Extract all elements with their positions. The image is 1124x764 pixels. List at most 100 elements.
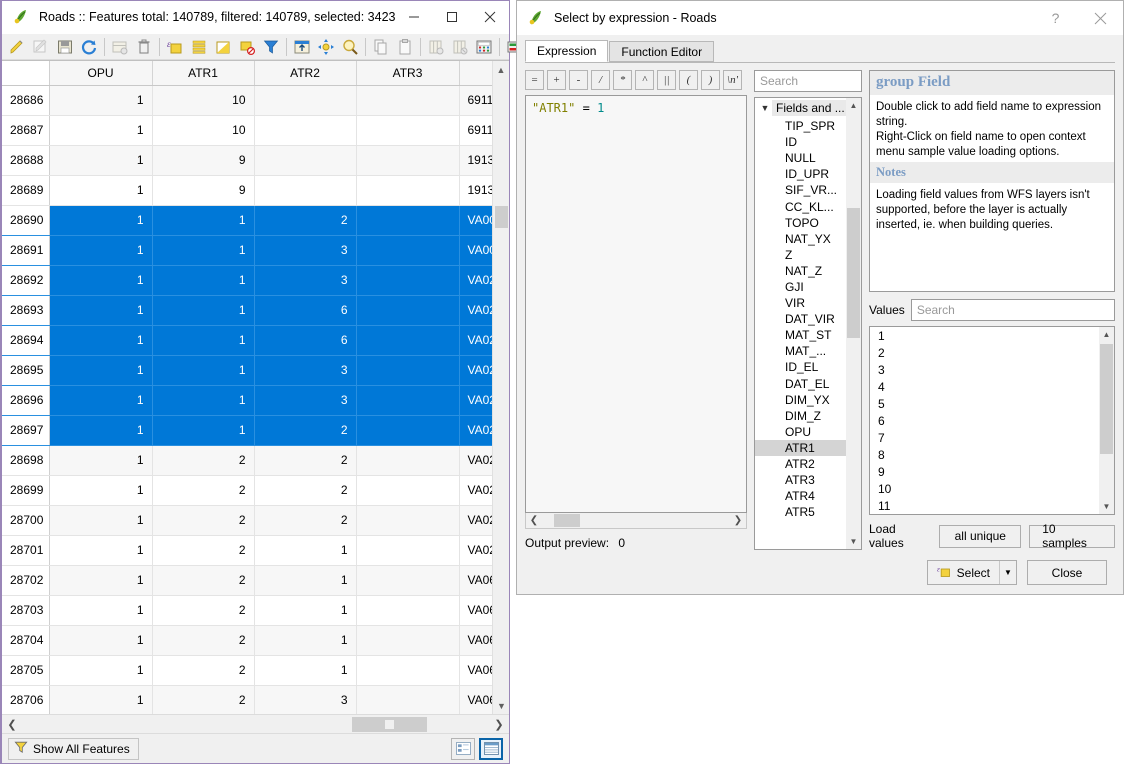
select-split-button[interactable]: ε Select ▼ [926,560,1017,585]
cell-atr1[interactable]: 2 [152,445,255,476]
cell-atr4[interactable]: VA0612 [459,655,497,686]
column-header-atr1[interactable]: ATR1 [152,61,255,86]
fields-scroll-up-icon[interactable]: ▲ [846,98,861,113]
cell-atr4[interactable]: 191311 [459,145,497,176]
cell-atr4[interactable]: VA0041 [459,205,497,236]
cell-atr3[interactable] [356,535,460,566]
row-id-cell[interactable]: 28695 [2,355,50,386]
cell-atr1[interactable]: 10 [152,115,255,146]
column-header-atr4[interactable] [459,61,497,86]
close-button[interactable] [471,1,509,33]
cell-atr4[interactable]: VA0229 [459,505,497,536]
cell-atr3[interactable] [356,565,460,596]
table-row[interactable]: 2868819 191311 [2,145,497,176]
row-id-cell[interactable]: 28688 [2,145,50,176]
select-by-expression-icon[interactable]: ε [163,35,187,59]
cell-atr3[interactable] [356,415,460,446]
horizontal-scroll-thumb[interactable] [352,716,427,732]
cell-opu[interactable]: 1 [49,265,153,296]
cell-atr3[interactable] [356,355,460,386]
cell-atr4[interactable]: VA0610 [459,595,497,626]
cell-opu[interactable]: 1 [49,535,153,566]
cell-opu[interactable]: 1 [49,415,153,446]
expr-scroll-track[interactable] [542,514,730,527]
column-header-opu[interactable]: OPU [49,61,153,86]
table-row[interactable]: 28700122VA0229 [2,505,497,536]
row-id-cell[interactable]: 28704 [2,625,50,656]
cell-atr1[interactable]: 2 [152,655,255,686]
cell-atr2[interactable]: 6 [254,295,357,326]
row-id-cell[interactable]: 28697 [2,415,50,446]
cell-atr2[interactable]: 3 [254,235,357,266]
value-item[interactable]: 6 [870,412,1114,429]
dialog-close-button[interactable] [1078,2,1123,34]
cell-opu[interactable]: 1 [49,595,153,626]
add-field-icon[interactable] [424,35,448,59]
cell-opu[interactable]: 1 [49,385,153,416]
expr-scroll-thumb[interactable] [554,514,580,527]
scroll-up-arrow-icon[interactable]: ▲ [493,61,509,78]
cell-atr1[interactable]: 2 [152,505,255,536]
select-all-icon[interactable] [187,35,211,59]
table-row[interactable]: 28702121VA0611 [2,565,497,596]
hscroll-left-arrow-icon[interactable]: ❮ [2,718,22,731]
cell-atr4[interactable]: 691168 [459,115,497,146]
cell-atr1[interactable]: 2 [152,475,255,506]
cell-atr3[interactable] [356,655,460,686]
row-id-cell[interactable]: 28687 [2,115,50,146]
value-item[interactable]: 3 [870,361,1114,378]
cell-atr1[interactable]: 1 [152,235,255,266]
operator-button-5[interactable]: ^ [635,70,654,90]
row-id-cell[interactable]: 28705 [2,655,50,686]
cell-atr2[interactable] [254,145,357,176]
value-item[interactable]: 1 [870,327,1114,344]
cell-atr2[interactable]: 2 [254,415,357,446]
cell-atr1[interactable]: 1 [152,265,255,296]
cell-atr2[interactable]: 3 [254,385,357,416]
table-row[interactable]: 28693116VA0296 [2,295,497,326]
row-id-cell[interactable]: 28699 [2,475,50,506]
attribute-table-grid[interactable]: OPU ATR1 ATR2 ATR3 286861106911412868711… [2,60,509,714]
deselect-all-icon[interactable] [235,35,259,59]
cell-atr1[interactable]: 2 [152,625,255,656]
table-view-toggle[interactable] [479,737,503,760]
cell-atr4[interactable]: VA0297 [459,355,497,386]
cell-atr2[interactable]: 6 [254,325,357,356]
table-row[interactable]: 28691113VA0042 [2,235,497,266]
hscroll-track[interactable] [22,716,489,732]
table-row[interactable]: 28705121VA0612 [2,655,497,686]
expression-editor[interactable]: "ATR1" = 1 [525,95,747,513]
select-button[interactable]: ε Select [928,561,999,584]
cell-opu[interactable]: 1 [49,115,153,146]
cell-atr3[interactable] [356,325,460,356]
cell-atr2[interactable] [254,85,357,116]
operator-button-0[interactable]: = [525,70,544,90]
fields-tree-scrollbar[interactable]: ▲ ▼ [846,98,861,549]
table-row[interactable]: 28703121VA0610 [2,595,497,626]
tab-expression[interactable]: Expression [525,40,609,62]
value-item[interactable]: 9 [870,463,1114,480]
operator-button-6[interactable]: || [657,70,676,90]
operator-button-8[interactable]: ) [701,70,720,90]
cell-opu[interactable]: 1 [49,85,153,116]
row-id-cell[interactable]: 28689 [2,175,50,206]
pan-to-selection-icon[interactable] [314,35,338,59]
cell-atr3[interactable] [356,505,460,536]
operator-button-3[interactable]: / [591,70,610,90]
delete-selected-icon[interactable] [132,35,156,59]
invert-selection-icon[interactable] [211,35,235,59]
cell-opu[interactable]: 1 [49,175,153,206]
value-item[interactable]: 5 [870,395,1114,412]
cell-opu[interactable]: 1 [49,505,153,536]
cell-atr2[interactable]: 3 [254,685,357,714]
values-search-input[interactable] [910,299,1115,321]
hscroll-right-arrow-icon[interactable]: ❯ [489,718,509,731]
cell-atr3[interactable] [356,685,460,714]
copy-icon[interactable] [369,35,393,59]
cell-atr2[interactable]: 2 [254,205,357,236]
cell-opu[interactable]: 1 [49,565,153,596]
table-row[interactable]: 28696113VA0298 [2,385,497,416]
operator-button-2[interactable]: - [569,70,588,90]
field-calculator-icon[interactable] [472,35,496,59]
cell-atr3[interactable] [356,625,460,656]
